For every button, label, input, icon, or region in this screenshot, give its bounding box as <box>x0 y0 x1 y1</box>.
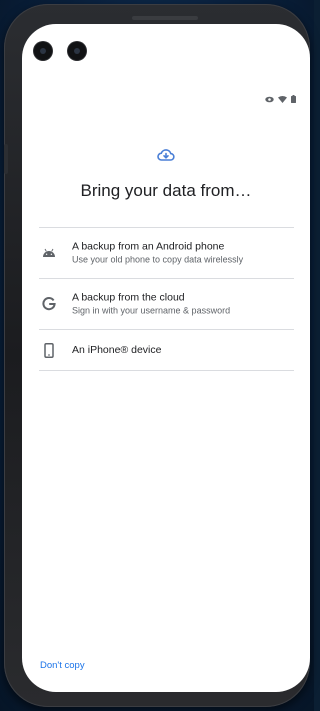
google-g-icon <box>41 296 57 312</box>
cloud-download-icon <box>156 145 176 165</box>
option-android-backup[interactable]: A backup from an Android phone Use your … <box>39 228 294 278</box>
option-secondary-label: Sign in with your username & password <box>72 305 231 316</box>
page-title: Bring your data from… <box>80 181 252 200</box>
option-iphone-device[interactable]: An iPhone® device <box>39 330 294 370</box>
earpiece-speaker <box>132 16 198 20</box>
phone-frame: Bring your data from… A backup from an A… <box>4 4 310 707</box>
phone-device-icon <box>41 342 57 358</box>
option-primary-label: A backup from an Android phone <box>72 240 225 253</box>
battery-icon <box>291 90 296 108</box>
side-button <box>4 144 8 174</box>
front-camera-right <box>68 42 86 60</box>
android-icon <box>41 245 57 261</box>
option-primary-label: An iPhone® device <box>72 344 162 356</box>
wifi-icon <box>278 90 287 108</box>
option-cloud-backup[interactable]: A backup from the cloud Sign in with you… <box>39 279 294 329</box>
dont-copy-button[interactable]: Don't copy <box>40 660 85 671</box>
front-camera-left <box>34 42 52 60</box>
divider <box>39 370 294 371</box>
status-bar <box>265 90 296 108</box>
option-secondary-label: Use your old phone to copy data wireless… <box>72 254 244 265</box>
option-primary-label: A backup from the cloud <box>72 291 185 304</box>
restore-options-list: A backup from an Android phone Use your … <box>39 227 294 371</box>
eye-icon <box>265 90 274 108</box>
setup-screen: Bring your data from… A backup from an A… <box>22 24 310 692</box>
